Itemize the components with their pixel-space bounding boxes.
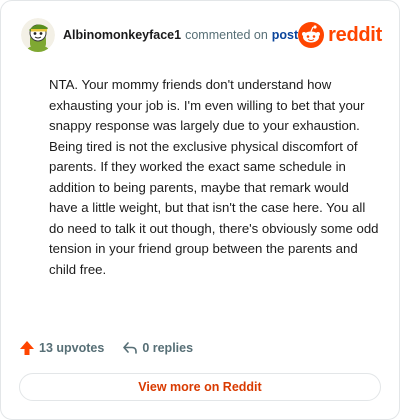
reddit-wordmark: reddit	[328, 23, 382, 46]
view-more-button[interactable]: View more on Reddit	[19, 373, 381, 401]
reply-arrow-icon	[123, 342, 138, 354]
comment-body: NTA. Your mommy friends don't understand…	[49, 77, 379, 277]
post-link[interactable]: post	[272, 28, 298, 42]
embedded-comment-card: Albinomonkeyface1 commented on post redd…	[0, 0, 400, 420]
reply-count: 0 replies	[142, 341, 194, 355]
upvote-count: 13 upvotes	[39, 341, 105, 355]
upvote-arrow-icon	[20, 341, 34, 355]
upvote-action[interactable]: 13 upvotes	[19, 340, 104, 356]
reddit-brand[interactable]: reddit	[298, 22, 382, 48]
comment-meta: Albinomonkeyface1 commented on post	[63, 28, 298, 42]
reddit-logo-icon	[298, 22, 325, 48]
comment-header: Albinomonkeyface1 commented on post redd…	[21, 18, 382, 52]
reply-action[interactable]: 0 replies	[122, 340, 193, 356]
comment-actions: 13 upvotes 0 replies	[19, 337, 193, 359]
user-avatar-icon[interactable]	[21, 18, 55, 52]
commented-on-label: commented on	[185, 28, 268, 42]
username[interactable]: Albinomonkeyface1	[63, 28, 181, 42]
